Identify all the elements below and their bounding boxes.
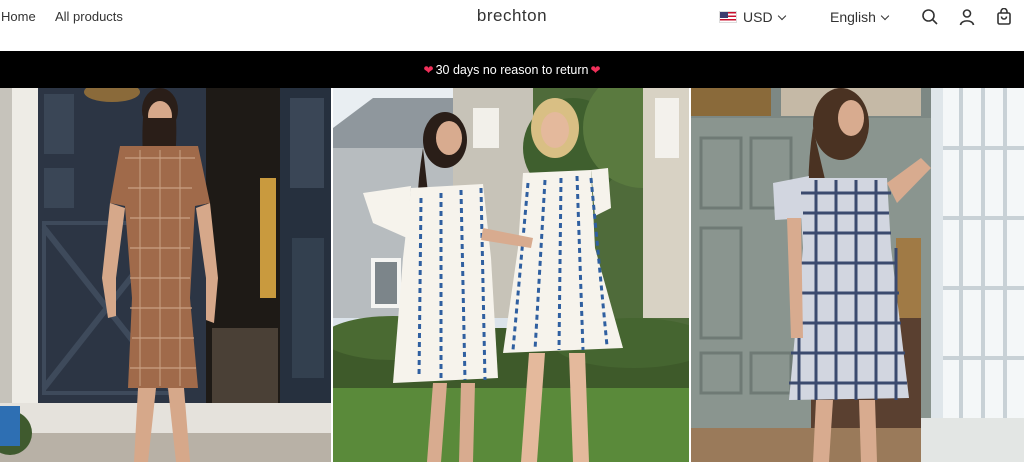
gallery-image-floral-dresses[interactable] <box>333 88 689 462</box>
us-flag-icon <box>719 11 737 23</box>
heart-icon: ❤ <box>423 62 434 77</box>
hero-gallery <box>0 88 1024 462</box>
announcement-text: 30 days no reason to return <box>435 62 589 77</box>
nav-home-link[interactable]: Home <box>1 9 36 24</box>
chevron-down-icon <box>880 11 890 20</box>
search-icon[interactable] <box>921 8 939 26</box>
cart-icon[interactable] <box>995 7 1013 26</box>
currency-selector[interactable]: USD <box>719 8 786 26</box>
language-selector[interactable]: English <box>830 8 890 26</box>
announcement-bar: ❤ 30 days no reason to return ❤ <box>0 51 1024 88</box>
nav-all-products-link[interactable]: All products <box>55 9 123 24</box>
chevron-down-icon <box>777 11 786 20</box>
currency-code: USD <box>743 9 773 25</box>
account-icon[interactable] <box>958 8 976 26</box>
language-label: English <box>830 9 876 25</box>
gallery-image-plaid-dress[interactable] <box>691 88 1024 462</box>
brand-logo[interactable]: brechton <box>477 6 547 25</box>
heart-icon: ❤ <box>590 62 601 77</box>
site-header: Home All products brechton USD English <box>0 0 1024 51</box>
gallery-image-brown-dress[interactable] <box>0 88 331 462</box>
